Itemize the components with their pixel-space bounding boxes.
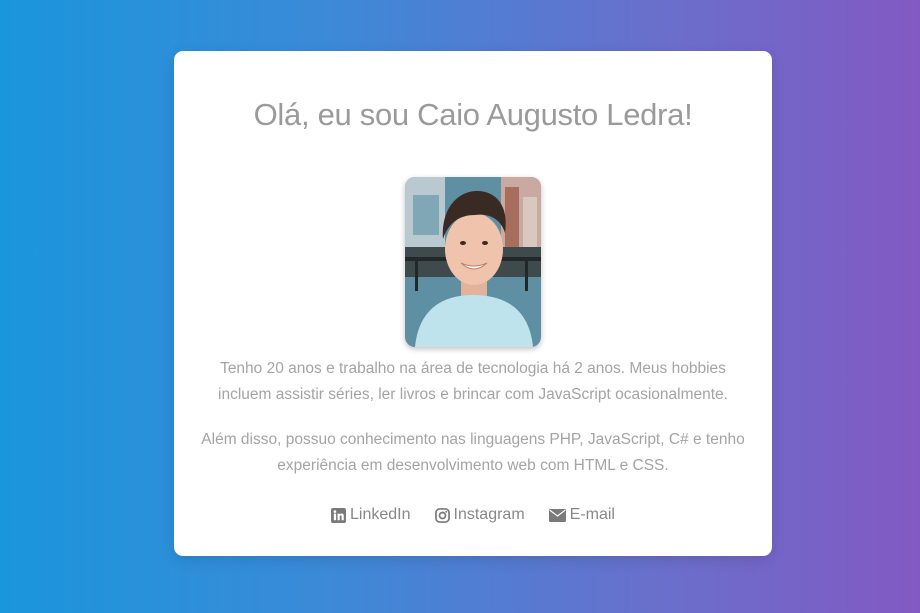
instagram-link[interactable]: Instagram [434,506,525,524]
linkedin-label: LinkedIn [350,506,411,523]
profile-photo [405,177,541,347]
linkedin-icon [331,507,346,523]
page-title: Olá, eu sou Caio Augusto Ledra! [253,97,693,132]
bio-paragraph: Tenho 20 anos e trabalho na área de tecn… [218,360,728,403]
instagram-label: Instagram [453,506,525,523]
email-label: E-mail [569,506,615,523]
instagram-icon [434,507,450,523]
bio-paragraph: Além disso, possuo conhecimento nas ling… [201,431,745,474]
envelope-icon [548,508,566,522]
linkedin-link[interactable]: LinkedIn [331,506,411,524]
email-link[interactable]: E-mail [548,506,615,524]
profile-card: Olá, eu sou Caio Augusto Ledra! Tenho 20… [174,51,772,556]
social-links: LinkedIn Instagram E-mail [174,506,772,524]
